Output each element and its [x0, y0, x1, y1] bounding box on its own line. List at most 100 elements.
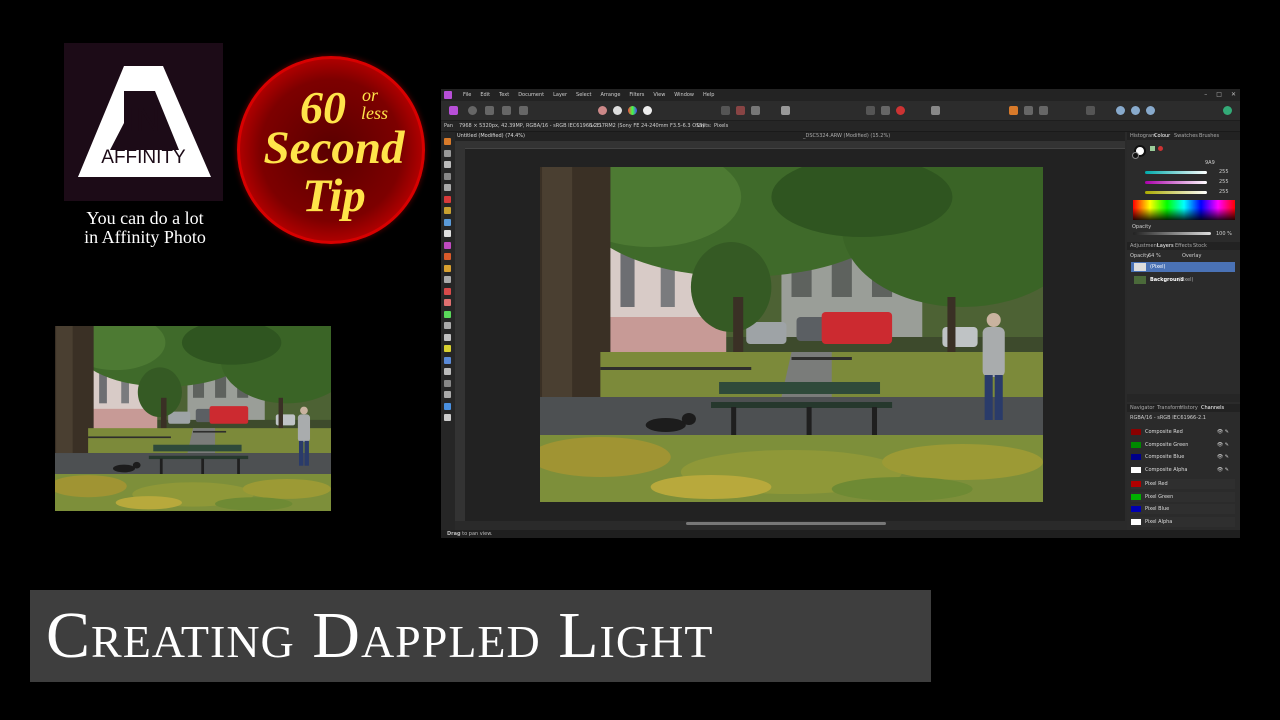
noise-icon[interactable] [1158, 146, 1163, 151]
arrange-front-icon[interactable] [1009, 106, 1018, 115]
auto-contrast-icon[interactable] [613, 106, 622, 115]
channel-row[interactable]: Composite Blue 👁 ✎ [1131, 452, 1235, 462]
auto-colours-icon[interactable] [628, 106, 637, 115]
green-value[interactable]: 255 [1219, 179, 1229, 185]
canvas[interactable] [465, 149, 1125, 521]
studio-icon[interactable] [1146, 106, 1155, 115]
transform-icon[interactable] [1086, 106, 1095, 115]
layers-opacity-value[interactable]: 64 % [1148, 253, 1161, 259]
layer-row-pixel[interactable]: (Pixel) [1131, 262, 1235, 272]
auto-levels-icon[interactable] [598, 106, 607, 115]
units-dropdown[interactable]: Pixels [714, 123, 728, 129]
channel-visibility-icon[interactable]: 👁 ✎ [1217, 442, 1229, 448]
view-tool-icon[interactable] [444, 149, 451, 157]
secondary-colour-swatch[interactable] [1132, 152, 1139, 159]
photo-persona-icon[interactable] [449, 106, 458, 115]
account-icon[interactable] [1223, 106, 1232, 115]
blur-tool-icon[interactable] [444, 333, 451, 341]
minimize-button[interactable]: – [1204, 91, 1207, 98]
marquee-tool-icon[interactable] [444, 207, 451, 214]
menu-filters[interactable]: Filters [629, 92, 644, 98]
red-value[interactable]: 255 [1219, 169, 1229, 175]
channel-visibility-icon[interactable]: 👁 ✎ [1217, 429, 1229, 435]
hex-value[interactable]: 9A9 [1205, 160, 1215, 166]
fill-tool-icon[interactable] [444, 253, 451, 260]
tab-history[interactable]: History [1180, 405, 1198, 411]
liquify-persona-icon[interactable] [468, 106, 477, 115]
tab-effects[interactable]: Effects [1175, 243, 1192, 249]
view-options-icon[interactable] [1116, 106, 1125, 115]
menu-select[interactable]: Select [576, 92, 591, 98]
magnet-icon[interactable] [896, 106, 905, 115]
colour-spectrum[interactable] [1133, 200, 1235, 220]
burn-tool-icon[interactable] [444, 322, 451, 329]
text-tool-icon[interactable] [444, 391, 451, 398]
mode-icon[interactable] [781, 106, 790, 115]
selection-brush-tool-icon[interactable] [444, 184, 451, 191]
blend-mode-dropdown[interactable]: Overlay [1182, 253, 1201, 259]
menu-view[interactable]: View [653, 92, 665, 98]
picker-icon[interactable] [1150, 146, 1155, 151]
zoom-tool-icon[interactable] [444, 414, 451, 421]
refine-icon[interactable] [751, 106, 760, 115]
blue-slider[interactable] [1145, 191, 1207, 194]
menu-edit[interactable]: Edit [480, 92, 490, 98]
healing-tool-icon[interactable] [444, 299, 451, 306]
menu-document[interactable]: Document [518, 92, 544, 98]
channel-row[interactable]: Pixel Alpha [1131, 516, 1235, 527]
tab-layers[interactable]: Layers [1157, 243, 1174, 249]
move-tool-icon[interactable] [444, 138, 451, 145]
channel-row[interactable]: Pixel Green [1131, 491, 1235, 502]
align-icon[interactable] [931, 106, 940, 115]
green-slider[interactable] [1145, 181, 1207, 184]
menu-file[interactable]: File [463, 92, 471, 98]
quickmask-icon[interactable] [736, 106, 745, 115]
maximize-button[interactable]: □ [1216, 91, 1222, 98]
erase-tool-icon[interactable] [444, 276, 451, 283]
auto-white-balance-icon[interactable] [643, 106, 652, 115]
channel-row[interactable]: Composite Green 👁 ✎ [1131, 440, 1235, 450]
clone-tool-icon[interactable] [444, 287, 451, 295]
tab-swatches[interactable]: Swatches [1174, 133, 1198, 139]
channel-visibility-icon[interactable]: 👁 ✎ [1217, 467, 1229, 473]
close-button[interactable]: ✕ [1231, 91, 1236, 98]
freehand-tool-icon[interactable] [444, 218, 451, 226]
menu-help[interactable]: Help [703, 92, 714, 98]
snapping-icon[interactable] [866, 106, 875, 115]
channel-row[interactable]: Composite Alpha 👁 ✎ [1131, 465, 1235, 475]
channel-row[interactable]: Pixel Blue [1131, 504, 1235, 514]
menu-text[interactable]: Text [499, 92, 509, 98]
red-slider[interactable] [1145, 171, 1207, 174]
context-tool-icon[interactable] [444, 161, 451, 168]
horizontal-scrollbar[interactable] [686, 522, 886, 525]
tab-navigator[interactable]: Navigator [1130, 405, 1154, 411]
flood-select-tool-icon[interactable] [444, 195, 451, 203]
channel-row[interactable]: Composite Red 👁 ✎ [1131, 427, 1235, 437]
blue-value[interactable]: 255 [1219, 189, 1229, 195]
pen-tool-icon[interactable] [444, 356, 451, 364]
tab-transform[interactable]: Transform [1157, 405, 1182, 411]
menu-window[interactable]: Window [674, 92, 694, 98]
export-persona-icon[interactable] [519, 106, 528, 115]
gradient-tool-icon[interactable] [444, 264, 451, 272]
channel-row[interactable]: Pixel Red [1131, 479, 1235, 489]
colour-picker-tool-icon[interactable] [444, 241, 451, 249]
tone-mapping-persona-icon[interactable] [502, 106, 511, 115]
menu-arrange[interactable]: Arrange [600, 92, 620, 98]
force-pixel-icon[interactable] [881, 106, 890, 115]
arrange-back-icon[interactable] [1024, 106, 1033, 115]
dodge-tool-icon[interactable] [444, 310, 451, 318]
channel-visibility-icon[interactable]: 👁 ✎ [1217, 454, 1229, 460]
tab-adjustment[interactable]: Adjustment [1130, 243, 1159, 249]
vector-tool-icon[interactable] [444, 402, 451, 410]
opacity-slider[interactable] [1133, 232, 1211, 235]
develop-persona-icon[interactable] [485, 106, 494, 115]
assistant-icon[interactable] [1131, 106, 1140, 115]
tab-brushes[interactable]: Brushes [1199, 133, 1219, 139]
tab-stock[interactable]: Stock [1193, 243, 1207, 249]
arrange-forward-icon[interactable] [1039, 106, 1048, 115]
tab-channels[interactable]: Channels [1201, 405, 1224, 411]
menu-layer[interactable]: Layer [553, 92, 567, 98]
opacity-value[interactable]: 100 % [1216, 231, 1232, 237]
shape-tool-icon[interactable] [444, 379, 451, 387]
